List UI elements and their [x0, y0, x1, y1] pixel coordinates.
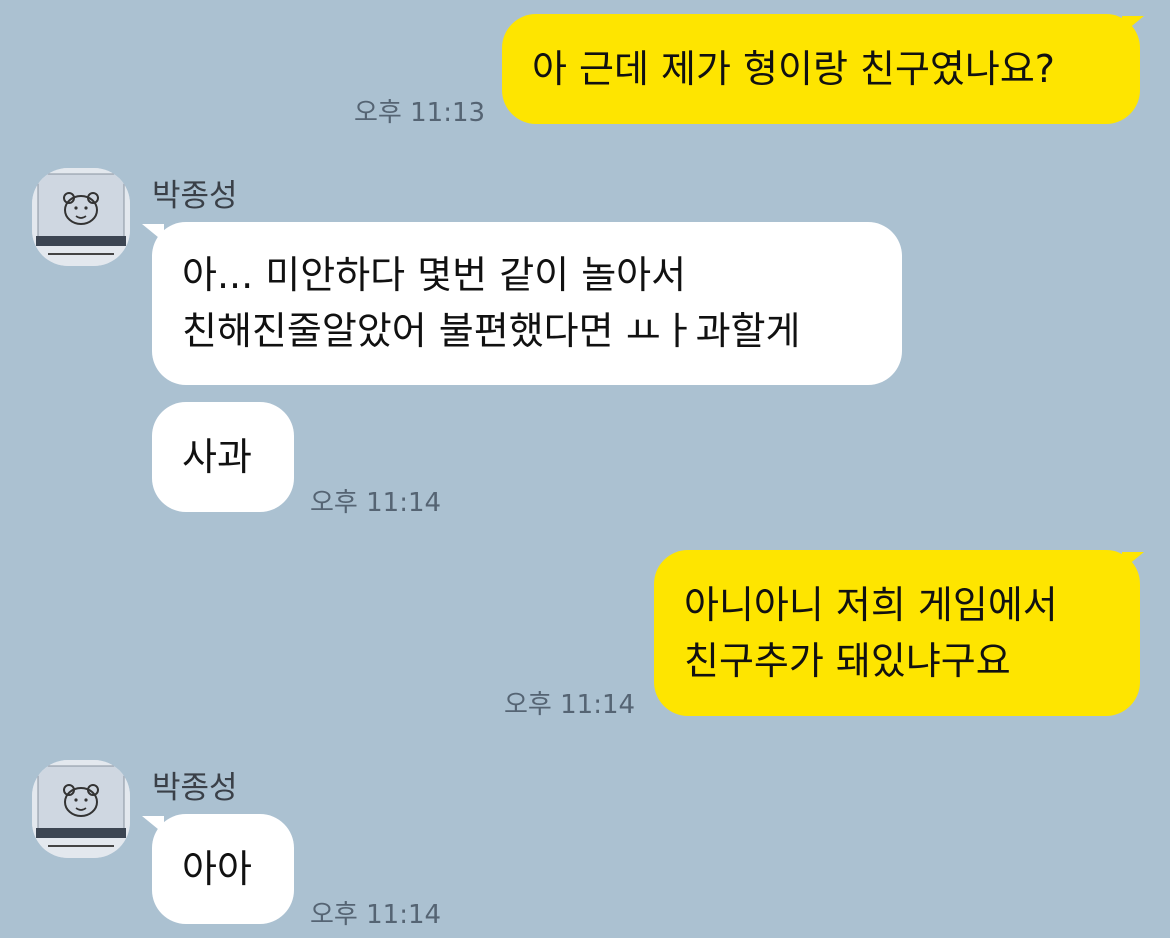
my-message-bubble[interactable]: 아니아니 저희 게임에서 친구추가 돼있냐구요 [654, 550, 1140, 716]
message-timestamp: 오후 11:14 [504, 690, 636, 720]
their-message-bubble[interactable]: 아아 [152, 814, 294, 924]
message-timestamp: 오후 11:14 [310, 488, 442, 518]
chat-room: 아 근데 제가 형이랑 친구였나요? 오후 11:13 박종성 아... 미안하… [0, 0, 1170, 938]
profile-drawing-icon [32, 760, 130, 858]
their-message-bubble[interactable]: 아... 미안하다 몇번 같이 놀아서 친해진줄알았어 불편했다면 ㅛㅏ과할게 [152, 222, 902, 385]
their-message-bubble[interactable]: 사과 [152, 402, 294, 512]
sender-name: 박종성 [152, 178, 238, 214]
message-timestamp: 오후 11:13 [354, 98, 486, 128]
sender-avatar[interactable] [32, 168, 130, 266]
my-message-bubble[interactable]: 아 근데 제가 형이랑 친구였나요? [502, 14, 1140, 124]
bubble-tail [142, 224, 164, 242]
sender-avatar[interactable] [32, 760, 130, 858]
bubble-tail [142, 816, 164, 834]
profile-drawing-icon [32, 168, 130, 266]
bubble-tail [1122, 16, 1144, 34]
bubble-tail [1122, 552, 1144, 570]
sender-name: 박종성 [152, 770, 238, 806]
message-timestamp: 오후 11:14 [310, 900, 442, 930]
